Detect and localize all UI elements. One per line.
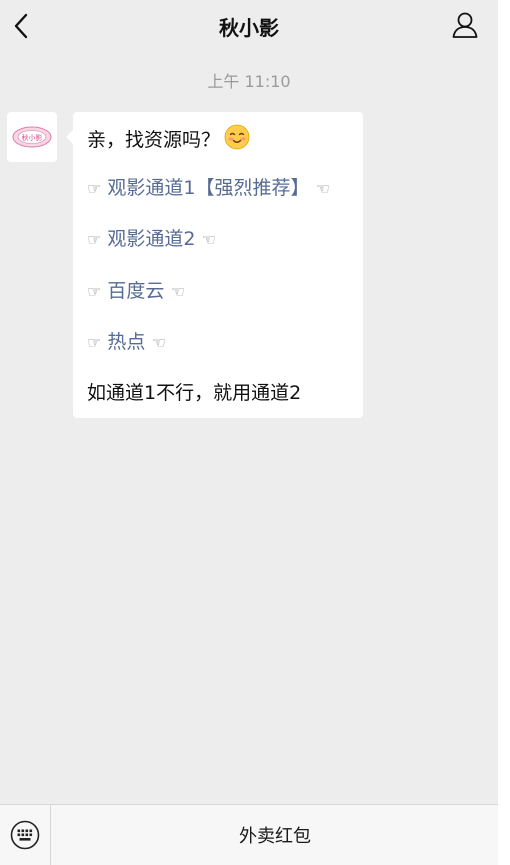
screen-edge [498, 0, 510, 865]
baidu-cloud-label: 百度云 [107, 280, 165, 302]
channel-2-link[interactable]: ☞ 观影通道2 ☜ [87, 226, 216, 253]
message-bubble: 亲，找资源吗？ ☞ 观影通道1【强烈推荐】 ☜ ☞ 观影通道2 ☜ ☞ 百度云 … [66, 112, 363, 418]
hand-left-pointing-icon: ☜ [151, 333, 166, 352]
footer-text: 如通道1不行，就用通道2 [87, 382, 302, 404]
baidu-cloud-link[interactable]: ☞ 百度云 ☜ [87, 278, 185, 305]
hand-right-pointing-icon: ☞ [87, 230, 102, 249]
user-profile-icon [452, 12, 478, 38]
bubble-tail [66, 130, 73, 144]
hand-right-pointing-icon: ☞ [87, 179, 102, 198]
avatar-logo: 秋小影 [11, 122, 53, 152]
hand-left-pointing-icon: ☜ [201, 230, 216, 249]
brand-logo-icon: 秋小影 [12, 126, 52, 148]
hand-left-pointing-icon: ☜ [315, 179, 330, 198]
hand-left-pointing-icon: ☜ [170, 282, 185, 301]
bottom-menu-bar: 外卖红包 [0, 804, 498, 865]
hot-topics-link[interactable]: ☞ 热点 ☜ [87, 329, 166, 356]
greeting-line: 亲，找资源吗？ [87, 124, 250, 157]
channel-1-label: 观影通道1【强烈推荐】 [107, 177, 310, 199]
hot-topics-label: 热点 [107, 331, 146, 353]
hand-right-pointing-icon: ☞ [87, 333, 102, 352]
keyboard-icon [10, 820, 40, 850]
contact-info-button[interactable] [449, 9, 481, 41]
navbar: 秋小影 [0, 0, 498, 52]
avatar-brand-text: 秋小影 [22, 133, 43, 142]
greeting-text: 亲，找资源吗？ [87, 129, 221, 151]
takeout-red-packet-menu[interactable]: 外卖红包 [52, 805, 498, 865]
channel-2-label: 观影通道2 [107, 228, 196, 250]
sender-avatar[interactable]: 秋小影 [7, 112, 57, 162]
message-timestamp: 上午 11:10 [207, 72, 291, 91]
chat-screen: 秋小影 上午 11:10 秋小影 亲，找资源吗？ ☞ 观影通道1【强烈推荐】 ☜… [0, 0, 510, 865]
chat-title: 秋小影 [219, 16, 279, 40]
channel-1-link[interactable]: ☞ 观影通道1【强烈推荐】 ☜ [87, 175, 330, 202]
keyboard-toggle-button[interactable] [0, 805, 51, 865]
hand-right-pointing-icon: ☞ [87, 282, 102, 301]
smiling-face-emoji-icon [224, 124, 250, 157]
